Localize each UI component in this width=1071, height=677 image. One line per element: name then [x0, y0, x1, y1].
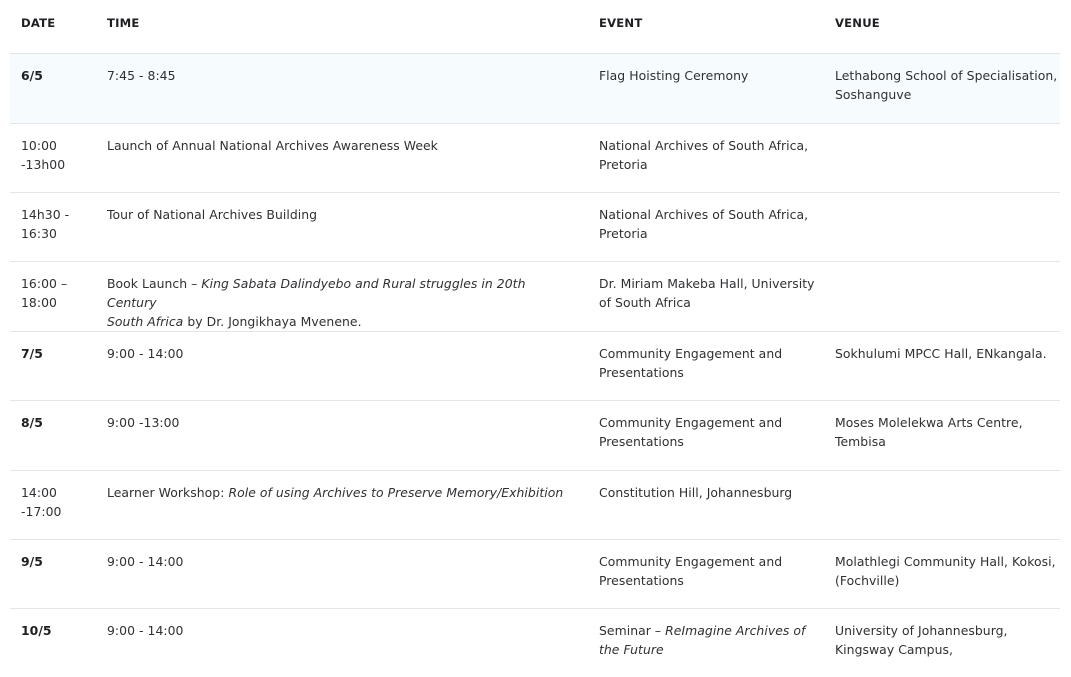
- time-cell: Launch of Annual National Archives Aware…: [107, 138, 438, 153]
- event-cell: National Archives of South Africa, Preto…: [599, 138, 809, 173]
- time-cell: 9:00 - 14:00: [107, 623, 184, 638]
- event-cell: Flag Hoisting Ceremony: [599, 68, 749, 83]
- seminar-title-line-1: ReImagine Archives of: [665, 623, 806, 638]
- schedule-table: DATE TIME EVENT VENUE 6/5 7:45 - 8:45 Fl…: [10, 0, 1060, 677]
- venue-cell: University of Johannesburg, Kingsway Cam…: [835, 623, 1008, 658]
- venue-cell: Moses Molelekwa Arts Centre, Tembisa: [835, 415, 1023, 450]
- time-cell: Learner Workshop: Role of using Archives…: [107, 483, 577, 502]
- date-cell: 8/5: [21, 415, 43, 430]
- column-header-time: TIME: [107, 16, 140, 30]
- column-header-event: EVENT: [599, 16, 643, 30]
- column-header-date: DATE: [21, 16, 56, 30]
- event-cell: Constitution Hill, Johannesburg: [599, 485, 793, 500]
- book-title-line-2: South Africa: [107, 314, 184, 330]
- event-cell: Community Engagement and Presentations: [599, 554, 783, 589]
- date-cell: 10:00 -13h00: [21, 138, 66, 173]
- time-cell: 7:45 - 8:45: [107, 68, 176, 83]
- table-row: 8/5 9:00 -13:00 Community Engagement and…: [10, 401, 1060, 471]
- time-cell: Tour of National Archives Building: [107, 207, 318, 222]
- date-cell: 7/5: [21, 346, 43, 361]
- event-cell: Dr. Miriam Makeba Hall, University of So…: [599, 276, 815, 311]
- time-cell: Book Launch – King Sabata Dalindyebo and…: [107, 274, 577, 332]
- time-cell-prefix: Learner Workshop:: [107, 485, 229, 500]
- event-cell: Community Engagement and Presentations: [599, 415, 783, 450]
- table-row: 14h30 - 16:30 Tour of National Archives …: [10, 193, 1060, 262]
- workshop-title: Role of using Archives to Preserve Memor…: [228, 485, 564, 500]
- date-cell: 6/5: [21, 68, 43, 83]
- date-cell: 14:00 -17:00: [21, 485, 62, 520]
- table-header-row: DATE TIME EVENT VENUE: [10, 0, 1060, 54]
- table-row: 7/5 9:00 - 14:00 Community Engagement an…: [10, 332, 1060, 401]
- venue-cell: Molathlegi Community Hall, Kokosi, (Foch…: [835, 554, 1056, 589]
- table-row: 10/5 9:00 - 14:00 Seminar – ReImagine Ar…: [10, 609, 1060, 677]
- time-cell-prefix: Book Launch –: [107, 276, 202, 291]
- venue-cell: Sokhulumi MPCC Hall, ENkangala.: [835, 346, 1047, 361]
- time-cell: 9:00 - 14:00: [107, 346, 184, 361]
- table-row: 9/5 9:00 - 14:00 Community Engagement an…: [10, 540, 1060, 609]
- venue-cell: Lethabong School of Specialisation, Sosh…: [835, 68, 1058, 103]
- event-cell: Seminar – ReImagine Archives of the Futur…: [599, 621, 819, 659]
- seminar-title-line-2: the Future: [599, 642, 664, 658]
- table-row: 10:00 -13h00 Launch of Annual National A…: [10, 124, 1060, 193]
- column-header-venue: VENUE: [835, 16, 880, 30]
- event-cell: Community Engagement and Presentations: [599, 346, 783, 381]
- table-row: 6/5 7:45 - 8:45 Flag Hoisting Ceremony L…: [10, 54, 1060, 124]
- date-cell: 9/5: [21, 554, 43, 569]
- date-cell: 10/5: [21, 623, 52, 638]
- event-cell-prefix: Seminar –: [599, 623, 666, 638]
- date-cell: 14h30 - 16:30: [21, 207, 70, 242]
- time-cell: 9:00 -13:00: [107, 415, 180, 430]
- event-cell: National Archives of South Africa, Preto…: [599, 207, 809, 242]
- time-cell-suffix: by Dr. Jongikhaya Mvenene.: [183, 314, 362, 330]
- date-cell: 16:00 – 18:00: [21, 276, 68, 311]
- table-row: 14:00 -17:00 Learner Workshop: Role of u…: [10, 471, 1060, 540]
- table-row: 16:00 – 18:00 Book Launch – King Sabata …: [10, 262, 1060, 332]
- time-cell: 9:00 - 14:00: [107, 554, 184, 569]
